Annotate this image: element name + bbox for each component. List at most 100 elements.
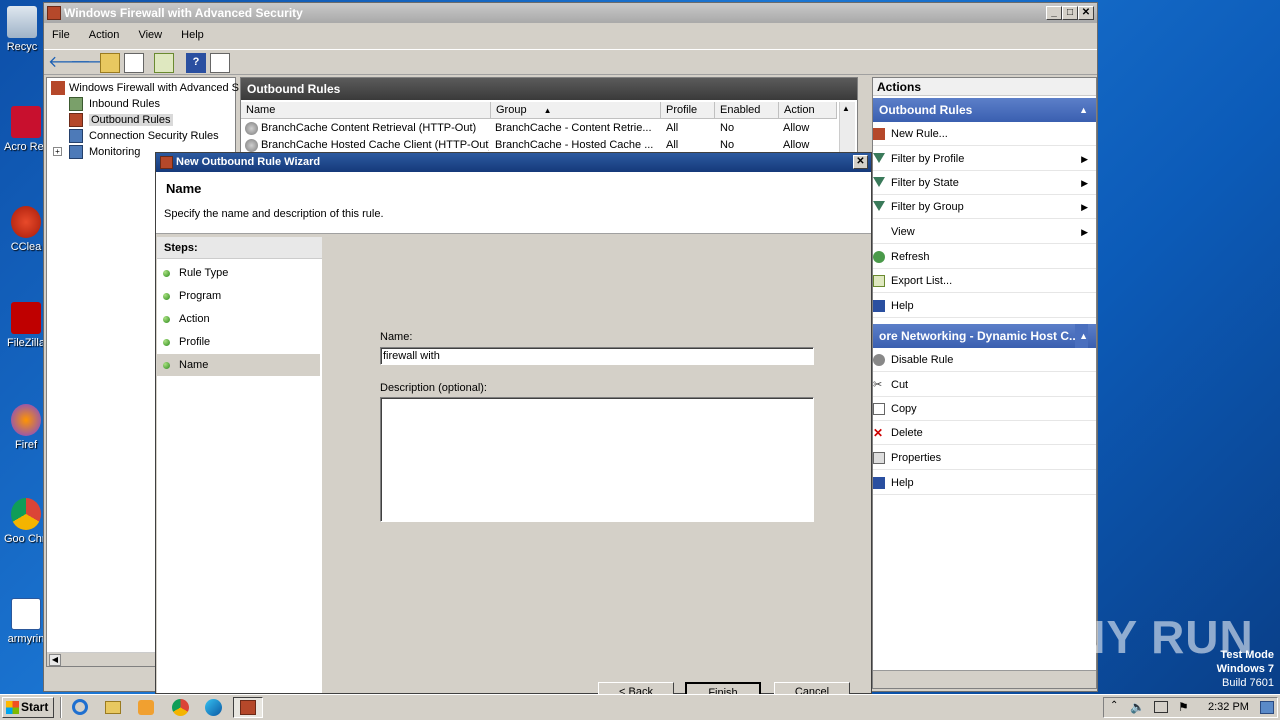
actions-section-outbound-rules[interactable]: Outbound Rules ▲ xyxy=(873,98,1096,122)
media-player-icon[interactable] xyxy=(134,697,160,718)
new-outbound-rule-wizard: New Outbound Rule Wizard ✕ Name Specify … xyxy=(155,152,872,704)
network-icon[interactable] xyxy=(1154,701,1168,713)
menu-file[interactable]: File xyxy=(44,25,78,45)
internet-explorer-icon[interactable] xyxy=(68,697,94,718)
clock[interactable]: 2:32 PM xyxy=(1208,701,1249,713)
connection-security-icon xyxy=(69,129,83,143)
dialog-header: Name Specify the name and description of… xyxy=(156,172,871,234)
tree-item-monitoring[interactable]: + Monitoring xyxy=(53,144,140,160)
step-status-icon xyxy=(163,293,170,300)
desktop-icon-acrobat[interactable]: Acro Reade xyxy=(4,106,48,153)
menu-help[interactable]: Help xyxy=(173,25,212,45)
desktop-icon-ccleaner[interactable]: CClea xyxy=(4,206,48,253)
tree-item-outbound-rules[interactable]: Outbound Rules xyxy=(69,112,173,128)
system-tray: ⌃ 🔈 ⚑ 2:32 PM xyxy=(1103,697,1278,718)
show-desktop-icon[interactable] xyxy=(1260,701,1274,714)
action-new-rule[interactable]: New Rule... xyxy=(873,122,1096,146)
action-refresh[interactable]: Refresh xyxy=(873,245,1096,269)
minimize-button[interactable]: _ xyxy=(1046,6,1062,20)
rule-disabled-icon xyxy=(245,122,258,135)
menu-view[interactable]: View xyxy=(130,25,170,45)
taskbar-divider xyxy=(60,697,62,718)
action-help[interactable]: Help xyxy=(873,294,1096,318)
action-properties[interactable]: Properties xyxy=(873,446,1096,470)
tree-item-connection-security-rules[interactable]: Connection Security Rules xyxy=(69,128,219,144)
edge-icon[interactable] xyxy=(201,697,227,718)
start-button[interactable]: Start xyxy=(2,697,54,718)
firewall-app-icon xyxy=(47,6,61,20)
step-rule-type[interactable]: Rule Type xyxy=(157,262,320,284)
action-center-flag-icon[interactable]: ⚑ xyxy=(1178,700,1189,714)
tree-horizontal-scrollbar[interactable]: ◀ xyxy=(47,652,155,666)
close-button[interactable]: ✕ xyxy=(1078,6,1094,20)
collapse-icon[interactable]: ▲ xyxy=(1079,98,1088,122)
column-header-enabled[interactable]: Enabled xyxy=(715,102,779,119)
description-textarea[interactable] xyxy=(380,397,814,522)
tree-item-inbound-rules[interactable]: Inbound Rules xyxy=(69,96,160,112)
scroll-up-icon[interactable]: ▲ xyxy=(842,104,850,113)
window-titlebar[interactable]: Windows Firewall with Advanced Security … xyxy=(44,3,1097,23)
show-hide-tree-icon[interactable] xyxy=(124,53,144,73)
chrome-icon[interactable] xyxy=(168,697,194,718)
show-hidden-icons-icon[interactable]: ⌃ xyxy=(1110,700,1118,711)
dialog-close-button[interactable]: ✕ xyxy=(853,155,868,169)
column-header-action[interactable]: Action xyxy=(779,102,837,119)
column-header-name[interactable]: Name xyxy=(241,102,491,119)
export-list-icon[interactable] xyxy=(154,53,174,73)
actions-section-rule[interactable]: ore Networking - Dynamic Host C... ▲ xyxy=(873,324,1096,348)
name-input[interactable] xyxy=(380,347,814,365)
page-heading: Name xyxy=(166,181,202,196)
copy-icon xyxy=(873,403,885,415)
action-view[interactable]: View ▶ xyxy=(873,220,1096,244)
up-folder-icon[interactable] xyxy=(100,53,120,73)
properties-icon xyxy=(873,452,885,464)
desktop-icon-recycle-bin[interactable]: Recyc xyxy=(0,6,44,53)
recycle-bin-icon xyxy=(7,6,37,38)
description-label: Description (optional): xyxy=(380,382,487,394)
step-profile[interactable]: Profile xyxy=(157,331,320,353)
action-delete[interactable]: ✕ Delete xyxy=(873,421,1096,445)
maximize-button[interactable]: □ xyxy=(1062,6,1078,20)
dialog-titlebar[interactable]: New Outbound Rule Wizard ✕ xyxy=(156,153,871,172)
action-disable-rule[interactable]: Disable Rule xyxy=(873,348,1096,372)
help-icon[interactable]: ? xyxy=(186,53,206,73)
action-filter-by-state[interactable]: Filter by State ▶ xyxy=(873,171,1096,195)
step-name[interactable]: Name xyxy=(157,354,320,376)
back-arrow-icon[interactable]: 🡐 xyxy=(48,53,91,73)
desktop-icon-word-document[interactable]: armyrin xyxy=(4,598,48,645)
action-copy[interactable]: Copy xyxy=(873,397,1096,421)
action-help-2[interactable]: Help xyxy=(873,471,1096,495)
ccleaner-icon xyxy=(11,206,41,238)
forward-arrow-icon[interactable]: 🡒 xyxy=(70,53,113,73)
rule-disabled-icon xyxy=(245,139,258,152)
firewall-app-icon xyxy=(240,700,256,715)
delete-icon: ✕ xyxy=(873,426,884,440)
volume-icon[interactable]: 🔈 xyxy=(1130,700,1145,714)
menu-action[interactable]: Action xyxy=(81,25,128,45)
window-title: Windows Firewall with Advanced Security xyxy=(64,6,303,20)
rules-list-title: Outbound Rules xyxy=(241,78,857,100)
action-filter-by-group[interactable]: Filter by Group ▶ xyxy=(873,195,1096,219)
step-action[interactable]: Action xyxy=(157,308,320,330)
scroll-left-icon[interactable]: ◀ xyxy=(49,654,61,666)
tree-item-root[interactable]: Windows Firewall with Advanced S xyxy=(51,80,239,96)
column-header-profile[interactable]: Profile xyxy=(661,102,715,119)
file-explorer-icon[interactable] xyxy=(101,697,127,718)
action-filter-by-profile[interactable]: Filter by Profile ▶ xyxy=(873,147,1096,171)
desktop-icon-firefox[interactable]: Firef xyxy=(4,404,48,451)
desktop-icon-filezilla[interactable]: FileZilla xyxy=(4,302,48,349)
acrobat-icon xyxy=(11,106,41,138)
firewall-taskbar-button[interactable] xyxy=(233,697,263,718)
firewall-app-icon xyxy=(160,156,173,169)
cut-icon: ✂ xyxy=(873,379,883,391)
actions-title: Actions xyxy=(873,78,1096,96)
table-row[interactable]: BranchCache Content Retrieval (HTTP-Out)… xyxy=(241,120,837,137)
action-export-list[interactable]: Export List... xyxy=(873,269,1096,293)
show-hide-action-pane-icon[interactable] xyxy=(210,53,230,73)
action-cut[interactable]: ✂ Cut xyxy=(873,373,1096,397)
column-header-group[interactable]: Group ▲ xyxy=(491,102,661,119)
expand-icon[interactable]: + xyxy=(53,147,62,156)
desktop-icon-chrome[interactable]: Goo Chro xyxy=(4,498,48,545)
collapse-icon[interactable]: ▲ xyxy=(1075,324,1088,348)
step-program[interactable]: Program xyxy=(157,285,320,307)
